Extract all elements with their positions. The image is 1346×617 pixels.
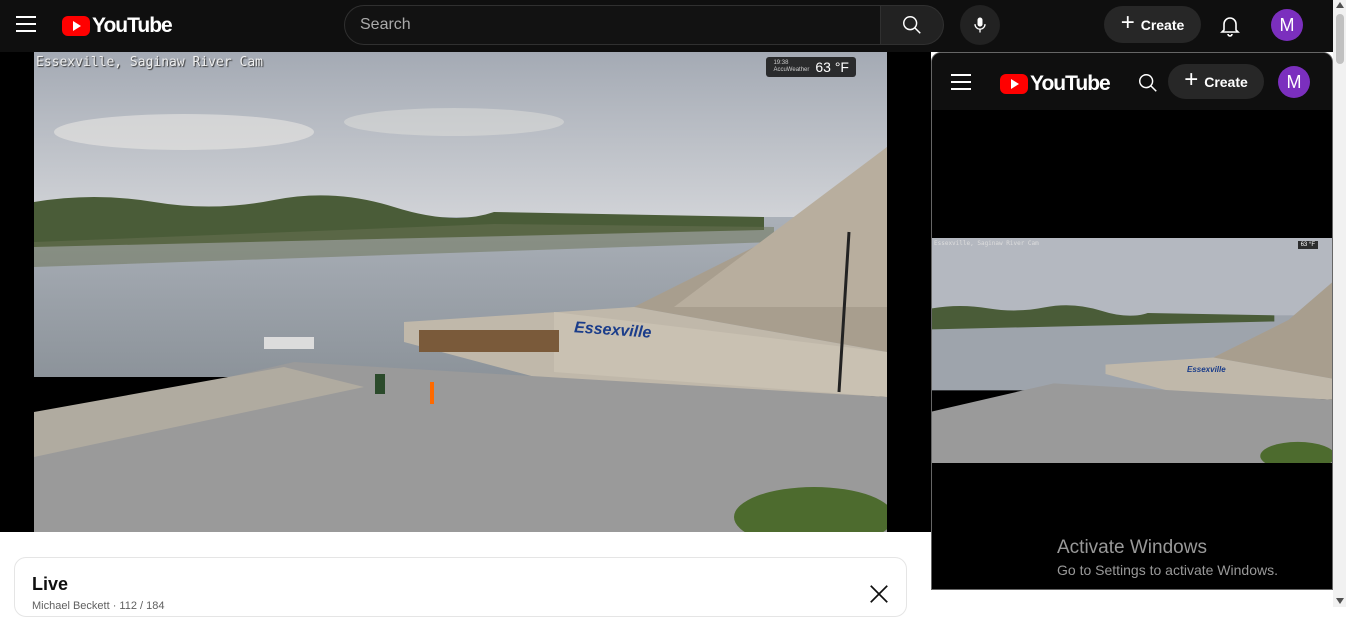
scroll-thumb[interactable] xyxy=(1336,14,1344,64)
youtube-play-icon xyxy=(62,16,90,36)
mini-player-window[interactable]: YouTube + Create M Essexville, Saginaw R… xyxy=(931,52,1333,590)
weather-time: 19:38 xyxy=(773,60,789,67)
notifications-bell-icon[interactable] xyxy=(1218,13,1242,37)
scroll-down-arrow-icon[interactable] xyxy=(1336,598,1344,604)
page-scrollbar[interactable] xyxy=(1333,0,1346,607)
mini-avatar[interactable]: M xyxy=(1278,66,1310,98)
mini-youtube-logo[interactable]: YouTube xyxy=(1000,72,1111,96)
search-button[interactable] xyxy=(881,5,944,45)
live-info-card: Live Michael Beckett · 112 / 184 xyxy=(14,557,907,617)
mini-river-cam-image xyxy=(932,238,1332,463)
live-subtitle: Michael Beckett · 112 / 184 xyxy=(32,600,165,612)
mini-create-label: Create xyxy=(1204,73,1248,90)
video-player[interactable]: Essexville Essexville, Saginaw River Cam… xyxy=(0,52,931,532)
avatar[interactable]: M xyxy=(1271,9,1303,41)
river-cam-image xyxy=(34,52,887,532)
mini-logo-text: YouTube xyxy=(1030,72,1111,95)
activate-subtitle: Go to Settings to activate Windows. xyxy=(1057,562,1278,578)
close-icon[interactable] xyxy=(868,583,890,605)
camera-title: Essexville, Saginaw River Cam xyxy=(36,55,263,70)
top-bar: YouTube + Create M xyxy=(0,0,1333,52)
menu-icon[interactable] xyxy=(16,16,36,34)
mini-search-icon[interactable] xyxy=(1137,72,1159,94)
mini-top-bar: YouTube + Create M xyxy=(932,53,1332,110)
mini-create-button[interactable]: + Create xyxy=(1168,64,1264,99)
mini-plus-icon: + xyxy=(1184,66,1199,93)
mini-camera-title: Essexville, Saginaw River Cam xyxy=(934,240,1039,247)
search-icon xyxy=(903,16,921,34)
live-title: Live xyxy=(32,574,69,594)
accuweather-logo: 19:38 AccuWeather xyxy=(773,60,809,73)
weather-temperature: 63 °F xyxy=(815,59,849,75)
search-bar xyxy=(344,5,944,45)
mini-youtube-play-icon xyxy=(1000,74,1028,94)
voice-search-button[interactable] xyxy=(960,5,1000,45)
mini-menu-icon[interactable] xyxy=(951,74,971,90)
video-frame[interactable]: Essexville Essexville, Saginaw River Cam… xyxy=(34,52,887,532)
mini-weather-badge: 63 °F xyxy=(1297,241,1318,249)
mini-video-frame[interactable]: Essexville, Saginaw River Cam 63 °F Esse… xyxy=(932,238,1332,463)
microphone-icon xyxy=(974,17,986,33)
logo-text: YouTube xyxy=(92,14,173,37)
activate-title: Activate Windows xyxy=(1057,537,1207,558)
scroll-up-arrow-icon[interactable] xyxy=(1336,2,1344,8)
weather-badge: 19:38 AccuWeather 63 °F xyxy=(766,57,856,77)
plus-icon: + xyxy=(1120,9,1135,36)
create-button[interactable]: + Create xyxy=(1104,6,1201,43)
youtube-logo[interactable]: YouTube xyxy=(62,14,173,38)
weather-brand: AccuWeather xyxy=(773,67,810,73)
create-label: Create xyxy=(1140,16,1185,33)
search-input[interactable] xyxy=(344,5,881,45)
mini-essexville-sign-text: Essexville xyxy=(1187,365,1226,374)
activate-windows-watermark: Activate Windows Go to Settings to activ… xyxy=(1057,537,1278,578)
